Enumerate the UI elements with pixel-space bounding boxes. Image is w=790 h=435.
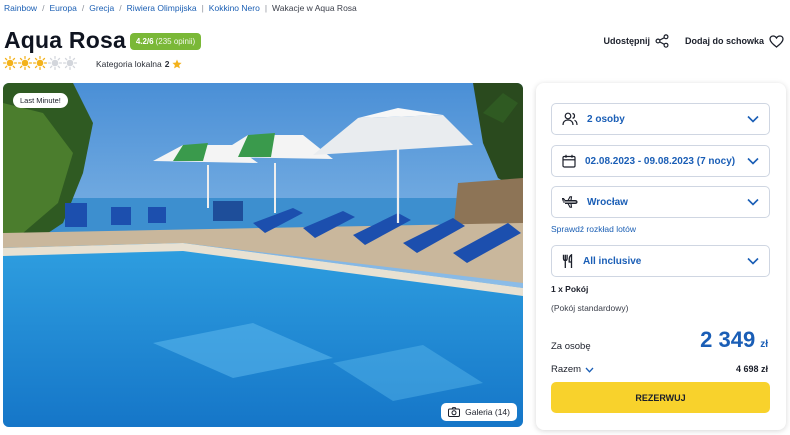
booking-panel: 2 osoby 02.08.2023 - 09.08.2023 (7 nocy)… <box>536 83 786 430</box>
favorite-button[interactable]: Dodaj do schowka <box>685 34 784 48</box>
room-type: (Pokój standardowy) <box>551 303 629 313</box>
breadcrumb-separator: / <box>42 3 45 13</box>
share-icon <box>655 34 669 48</box>
breadcrumb-item-riwiera[interactable]: Riwiera Olimpijska <box>127 3 197 13</box>
breadcrumb-item-rainbow[interactable]: Rainbow <box>4 3 37 13</box>
rating-value: 4.2/6 <box>135 37 154 46</box>
persons-select[interactable]: 2 osoby <box>551 103 770 135</box>
star-icon <box>172 59 183 69</box>
breadcrumb-item-grecja[interactable]: Grecja <box>89 3 114 13</box>
share-label: Udostępnij <box>603 36 650 46</box>
last-minute-badge: Last Minute! <box>13 93 68 108</box>
per-person-label: Za osobę <box>551 341 591 352</box>
hotel-photo[interactable]: Last Minute! Galeria (14) <box>3 83 523 427</box>
breadcrumb-item-current: Wakacje w Aqua Rosa <box>272 3 357 13</box>
persons-value: 2 osoby <box>587 113 625 125</box>
board-value: All inclusive <box>583 255 642 267</box>
rating-badge[interactable]: 4.2/6 (235 opinii) <box>130 33 201 50</box>
persons-icon <box>562 112 578 126</box>
dates-value: 02.08.2023 - 09.08.2023 (7 nocy) <box>585 155 736 167</box>
heart-icon <box>769 34 784 48</box>
sun-icon <box>18 56 32 70</box>
breadcrumb-item-europa[interactable]: Europa <box>49 3 76 13</box>
chevron-down-icon <box>747 157 759 165</box>
top-actions: Udostępnij Dodaj do schowka <box>603 34 784 48</box>
chevron-down-icon <box>585 367 594 373</box>
sun-icon <box>3 56 17 70</box>
sun-rating <box>3 56 77 70</box>
total-label: Razem <box>551 364 582 375</box>
flights-schedule-link[interactable]: Sprawdź rozkład lotów <box>551 224 636 234</box>
category-value: 2 <box>164 59 170 69</box>
breadcrumb-separator: / <box>119 3 122 13</box>
book-button[interactable]: REZERWUJ <box>551 382 770 413</box>
cutlery-icon <box>562 253 573 268</box>
breadcrumb-separator: | <box>264 3 268 13</box>
board-select[interactable]: All inclusive <box>551 245 770 277</box>
price-currency: zł <box>760 339 768 350</box>
breadcrumb-separator: / <box>81 3 85 13</box>
pool-illustration <box>3 83 523 427</box>
camera-icon <box>448 407 461 417</box>
local-category: Kategoria lokalna 2 <box>96 59 183 69</box>
total-toggle[interactable]: Razem <box>551 364 594 375</box>
gallery-label: Galeria (14) <box>465 407 510 417</box>
chevron-down-icon <box>747 115 759 123</box>
breadcrumb-item-kokkino-nero[interactable]: Kokkino Nero <box>209 3 260 13</box>
dates-select[interactable]: 02.08.2023 - 09.08.2023 (7 nocy) <box>551 145 770 177</box>
page-title: Aqua Rosa <box>4 27 126 53</box>
breadcrumb: Rainbow / Europa / Grecja / Riwiera Olim… <box>4 3 357 13</box>
price-value: 2 349 <box>700 327 756 352</box>
gallery-button[interactable]: Galeria (14) <box>441 403 517 421</box>
sun-empty-icon <box>48 56 62 70</box>
breadcrumb-separator: | <box>201 3 204 13</box>
favorite-label: Dodaj do schowka <box>684 36 764 46</box>
plane-icon <box>562 196 578 208</box>
departure-value: Wrocław <box>587 196 628 208</box>
category-label: Kategoria lokalna <box>96 59 162 69</box>
per-person-price: 2 349 zł <box>700 327 768 353</box>
calendar-icon <box>562 154 576 168</box>
share-button[interactable]: Udostępnij <box>603 34 669 48</box>
chevron-down-icon <box>747 198 759 206</box>
sun-empty-icon <box>63 56 77 70</box>
chevron-down-icon <box>747 257 759 265</box>
reviews-count: (235 opinii) <box>155 37 196 46</box>
room-count: 1 x Pokój <box>551 284 589 294</box>
departure-select[interactable]: Wrocław <box>551 186 770 218</box>
total-value: 4 698 zł <box>735 364 768 374</box>
sun-icon <box>33 56 47 70</box>
